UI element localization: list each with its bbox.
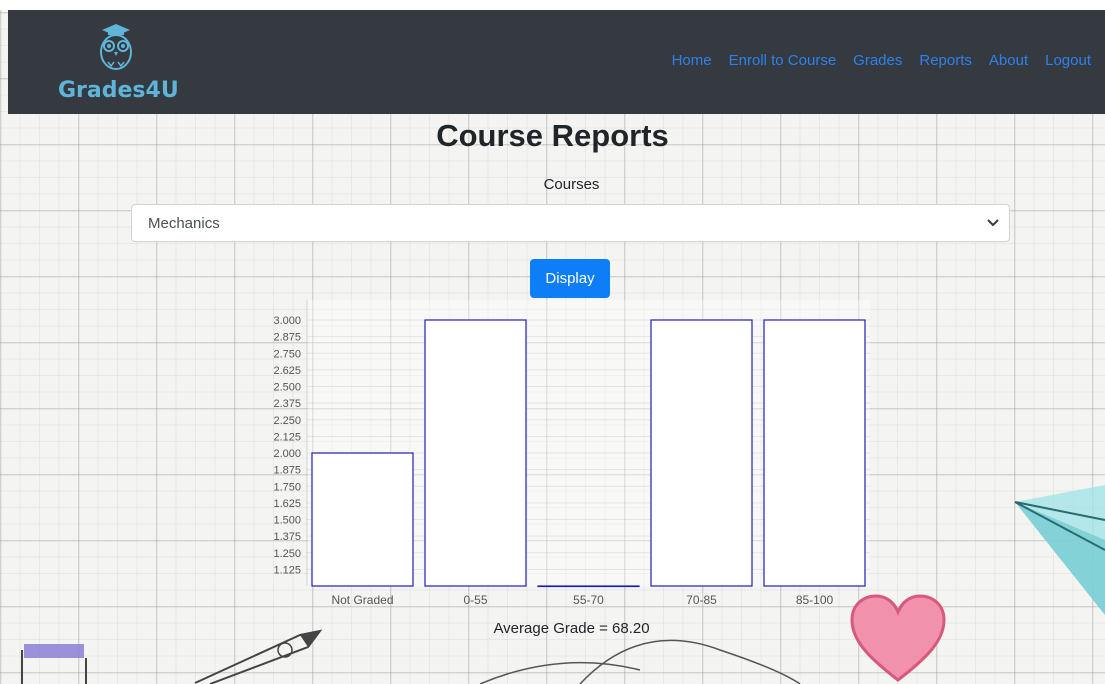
y-tick-label: 1.375 <box>273 531 301 543</box>
y-tick-label: 2.750 <box>273 348 301 360</box>
course-select-value: Mechanics <box>148 215 220 232</box>
owl-logo-icon <box>100 24 132 70</box>
nav-logout[interactable]: Logout <box>1045 52 1091 69</box>
y-tick-label: 2.000 <box>273 448 301 460</box>
nav-links: Home Enroll to Course Grades Reports Abo… <box>655 52 1091 69</box>
course-select[interactable]: Mechanics <box>131 204 1010 242</box>
nav-about[interactable]: About <box>989 52 1028 69</box>
window-top-frame <box>0 0 1105 10</box>
y-tick-label: 1.750 <box>273 481 301 493</box>
nav-home[interactable]: Home <box>672 52 712 69</box>
x-tick-label: 85-100 <box>796 593 834 607</box>
display-button[interactable]: Display <box>530 259 610 298</box>
nav-grades[interactable]: Grades <box>853 52 902 69</box>
bar-85-100 <box>763 319 866 587</box>
y-tick-label: 2.375 <box>273 398 301 410</box>
y-tick-label: 2.875 <box>273 332 301 344</box>
bar-70-85 <box>650 319 753 587</box>
bar-not-graded <box>311 452 414 587</box>
y-tick-label: 1.250 <box>273 548 301 560</box>
brand-name: Grades4U <box>58 78 179 103</box>
grade-distribution-chart: 1.125 1.250 1.375 1.500 1.625 1.750 1.875 2.000… <box>250 300 890 620</box>
courses-label: Courses <box>543 176 600 193</box>
y-tick-label: 2.125 <box>273 431 301 443</box>
bar-55-70 <box>537 585 640 588</box>
x-tick-label: 55-70 <box>573 593 604 607</box>
chevron-down-icon <box>987 219 999 227</box>
y-tick-label: 1.625 <box>273 498 301 510</box>
notebook-doodle-icon <box>21 644 87 684</box>
y-tick-label: 1.875 <box>273 465 301 477</box>
x-tick-label: Not Graded <box>331 593 393 607</box>
brand[interactable]: Grades4U <box>58 22 188 108</box>
x-tick-label: 0-55 <box>463 593 487 607</box>
y-tick-label: 1.125 <box>273 564 301 576</box>
y-tick-label: 1.500 <box>273 515 301 527</box>
paper-plane-icon <box>1014 485 1105 615</box>
page-title: Course Reports <box>436 118 669 153</box>
y-tick-label: 2.250 <box>273 415 301 427</box>
navbar: Grades4U Home Enroll to Course Grades Re… <box>8 10 1105 114</box>
x-tick-label: 70-85 <box>686 593 717 607</box>
nav-enroll[interactable]: Enroll to Course <box>729 52 837 69</box>
y-tick-label: 2.625 <box>273 365 301 377</box>
curve-doodle-icon <box>480 639 801 684</box>
y-tick-label: 2.500 <box>273 382 301 394</box>
nav-reports[interactable]: Reports <box>919 52 972 69</box>
y-tick-label: 3.000 <box>273 315 301 327</box>
bar-0-55 <box>424 319 527 587</box>
average-grade: Average Grade = 68.20 <box>493 620 650 637</box>
